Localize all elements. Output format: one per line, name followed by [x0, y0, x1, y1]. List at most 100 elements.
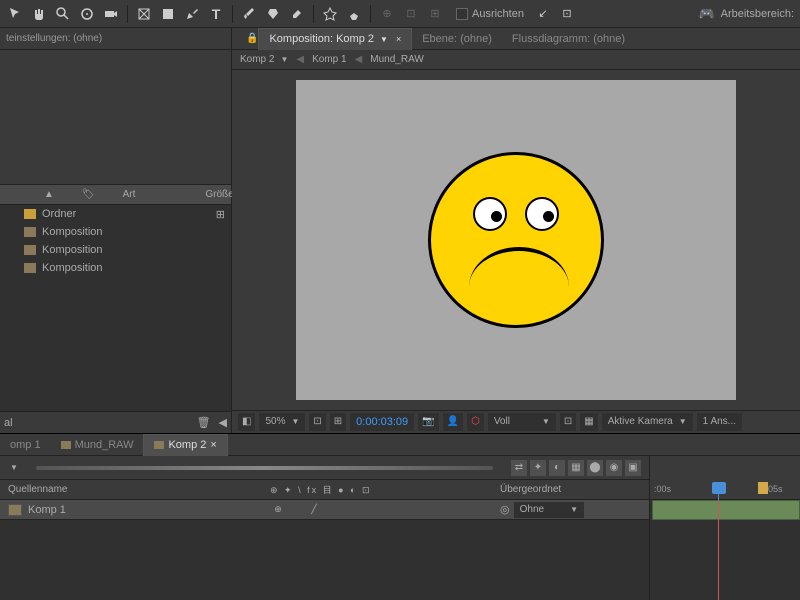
frame-blend-icon[interactable]: ✦	[530, 460, 546, 476]
snapshot-icon[interactable]: 📷	[418, 413, 438, 431]
motion-blur-icon[interactable]: ◐	[549, 460, 565, 476]
composition-viewer[interactable]	[232, 70, 800, 410]
eraser-tool-icon[interactable]	[286, 3, 308, 25]
zoom-tool-icon[interactable]	[52, 3, 74, 25]
snap2-tool-icon[interactable]: ⊡	[556, 3, 578, 25]
layer-bar[interactable]	[652, 500, 800, 520]
breadcrumb-item[interactable]: Mund_RAW	[370, 54, 424, 65]
playhead-icon[interactable]	[712, 482, 726, 494]
switch-icon[interactable]: ⊕	[270, 503, 286, 517]
align-label: Ausrichten	[472, 8, 524, 20]
current-time-indicator[interactable]	[718, 500, 719, 600]
puppet-tool-icon[interactable]	[343, 3, 365, 25]
composition-icon	[24, 245, 36, 255]
timeline-tab[interactable]: Komp 2×	[143, 434, 227, 456]
shape-tool-icon[interactable]	[157, 3, 179, 25]
render-icon[interactable]: ▣	[625, 460, 641, 476]
layer-name[interactable]: Komp 1	[0, 504, 270, 516]
resolution-dropdown[interactable]: Voll▼	[488, 413, 556, 431]
rotate-tool-icon[interactable]	[76, 3, 98, 25]
anchor-tool-icon[interactable]	[133, 3, 155, 25]
zoom-slider[interactable]	[36, 466, 493, 470]
graph-icon[interactable]: ▦	[568, 460, 584, 476]
timeline-layer-row[interactable]: Komp 1 ⊕ ╱ ◎ Ohne▼	[0, 500, 649, 520]
separator	[127, 5, 128, 23]
transparency-icon[interactable]: ▦	[580, 413, 597, 431]
trash-icon[interactable]: 🗑	[197, 416, 211, 429]
timeline-toolbar: ▼ ⇄ ✦ ◐ ▦ ⬤ ◉ ▣	[0, 456, 649, 480]
switch-icon[interactable]	[360, 503, 376, 517]
workspace-label[interactable]: Arbeitsbereich:	[721, 8, 794, 20]
close-icon[interactable]: ×	[396, 34, 401, 44]
brush-tool-icon[interactable]	[238, 3, 260, 25]
breadcrumb-item[interactable]: Komp 2▼	[240, 54, 288, 65]
layer-switches: ⊕ ╱	[270, 503, 500, 517]
snap-tool-icon[interactable]: ↙	[532, 3, 554, 25]
layer-parent: ◎ Ohne▼	[500, 502, 630, 518]
smiley-face	[428, 152, 604, 328]
clone-tool-icon[interactable]	[262, 3, 284, 25]
region-icon[interactable]: ⊡	[560, 413, 576, 431]
folder-icon	[24, 209, 36, 219]
view-tool-icon[interactable]: ⊡	[400, 3, 422, 25]
lock-icon[interactable]: 🔒	[246, 33, 258, 44]
tab-layer[interactable]: Ebene: (ohne)	[412, 28, 502, 50]
shy-icon[interactable]: ⇄	[511, 460, 527, 476]
switch-icon[interactable]: ╱	[306, 503, 322, 517]
grid-icon[interactable]: ⊞	[330, 413, 346, 431]
hand-tool-icon[interactable]	[28, 3, 50, 25]
eye-left	[473, 197, 507, 231]
marker-icon[interactable]	[758, 482, 768, 494]
project-list[interactable]: Ordner⊞ Komposition Komposition Komposit…	[0, 205, 231, 411]
switch-icon[interactable]	[342, 503, 358, 517]
resolution-icon[interactable]: ⊡	[309, 413, 325, 431]
camera-dropdown[interactable]: Aktive Kamera▼	[602, 413, 693, 431]
composition-icon	[24, 227, 36, 237]
project-comp-item[interactable]: Komposition	[0, 223, 231, 241]
show-snapshot-icon[interactable]: 👤	[443, 413, 463, 431]
pickwhip-icon[interactable]: ◎	[500, 503, 510, 516]
controller-icon[interactable]: 🎮	[698, 6, 714, 22]
track-area[interactable]	[650, 500, 800, 600]
composition-icon	[154, 441, 164, 449]
selection-tool-icon[interactable]	[4, 3, 26, 25]
project-folder-item[interactable]: Ordner⊞	[0, 205, 231, 223]
draft-icon[interactable]: ◉	[606, 460, 622, 476]
timeline-tab[interactable]: Mund_RAW	[51, 434, 144, 456]
timecode-display[interactable]: 0:00:03:09	[350, 413, 414, 431]
timeline-tab[interactable]: omp 1	[0, 434, 51, 456]
align-checkbox[interactable]: Ausrichten	[456, 8, 524, 20]
breadcrumb: Komp 2▼ ◀ Komp 1 ◀ Mund_RAW	[232, 50, 800, 70]
project-comp-item[interactable]: Komposition	[0, 241, 231, 259]
close-icon[interactable]: ×	[210, 439, 216, 451]
text-tool-icon[interactable]: T	[205, 3, 227, 25]
3d-icon[interactable]: ⬤	[587, 460, 603, 476]
mouth	[469, 247, 569, 297]
dropdown-icon[interactable]: ▼	[10, 463, 18, 472]
switch-icon[interactable]	[288, 503, 304, 517]
parent-column[interactable]: Übergeordnet	[500, 484, 630, 495]
tab-flowchart[interactable]: Flussdiagramm: (ohne)	[502, 28, 635, 50]
channel-icon[interactable]: ⬡	[467, 413, 484, 431]
project-panel: teinstellungen: (ohne) ▲ 🏷 Art Größe Fr …	[0, 28, 232, 433]
flowchart-icon[interactable]: ⊞	[216, 208, 225, 221]
views-dropdown[interactable]: 1 Ans...	[697, 413, 742, 431]
time-ruler[interactable]: :00s 05s	[650, 456, 800, 500]
composition-icon	[8, 504, 22, 516]
scroll-left-icon[interactable]: ◀	[219, 416, 227, 429]
project-comp-item[interactable]: Komposition	[0, 259, 231, 277]
roto-tool-icon[interactable]	[319, 3, 341, 25]
switch-icon[interactable]	[324, 503, 340, 517]
zoom-dropdown[interactable]: 50%▼	[259, 413, 305, 431]
timeline-tracks[interactable]: :00s 05s	[650, 456, 800, 600]
pen-tool-icon[interactable]	[181, 3, 203, 25]
breadcrumb-item[interactable]: Komp 1	[312, 54, 346, 65]
tab-composition[interactable]: Komposition: Komp 2▼×	[258, 28, 412, 50]
source-column[interactable]: Quellenname	[0, 484, 270, 495]
axis-tool-icon[interactable]: ⊕	[376, 3, 398, 25]
parent-dropdown[interactable]: Ohne▼	[514, 502, 584, 518]
alpha-icon[interactable]: ◧	[238, 413, 255, 431]
viewer-tabs: 🔒 Komposition: Komp 2▼× Ebene: (ohne) Fl…	[232, 28, 800, 50]
grid-tool-icon[interactable]: ⊞	[424, 3, 446, 25]
camera-tool-icon[interactable]	[100, 3, 122, 25]
